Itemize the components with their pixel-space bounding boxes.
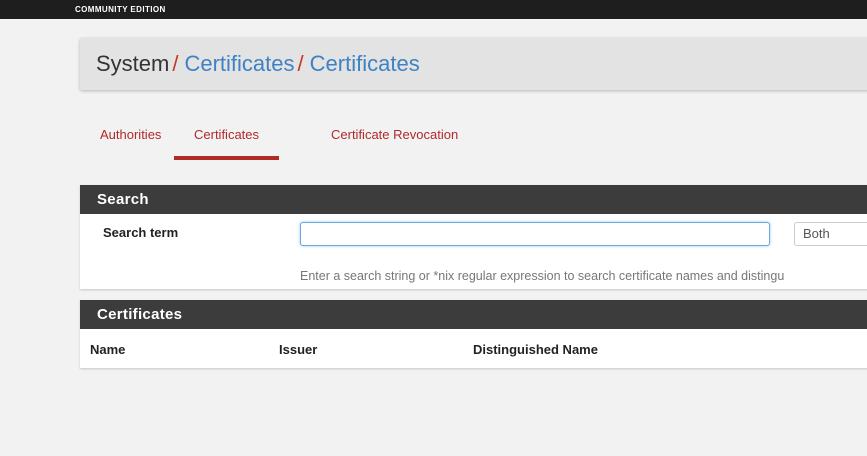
breadcrumb-separator: /	[297, 51, 304, 76]
edition-label: COMMUNITY EDITION	[75, 5, 166, 14]
breadcrumb: System / Certificates / Certificates	[96, 51, 420, 77]
breadcrumb-separator: /	[172, 51, 179, 76]
certificates-panel: Certificates Name Issuer Distinguished N…	[80, 300, 867, 368]
active-tab-indicator	[174, 156, 280, 160]
search-panel: Search Search term Both Enter a search s…	[80, 185, 867, 289]
tab-authorities-label: Authorities	[100, 127, 162, 142]
search-panel-title: Search	[80, 185, 867, 214]
breadcrumb-panel: System / Certificates / Certificates	[80, 38, 867, 90]
tab-authorities[interactable]: Authorities	[100, 120, 161, 160]
top-navbar: COMMUNITY EDITION	[0, 0, 867, 19]
search-term-label: Search term	[103, 225, 179, 240]
search-scope-select[interactable]: Both	[794, 222, 867, 246]
certificates-panel-title: Certificates	[80, 300, 867, 329]
column-header-distinguished-name[interactable]: Distinguished Name	[473, 342, 598, 357]
search-help-text: Enter a search string or *nix regular ex…	[300, 269, 785, 283]
certificates-table-header: Name Issuer Distinguished Name	[80, 329, 867, 368]
column-header-name[interactable]: Name	[90, 342, 125, 357]
tab-certificate-revocation-label: Certificate Revocation	[331, 127, 459, 142]
search-row: Search term Both Enter a search string o…	[80, 214, 867, 289]
breadcrumb-system: System	[96, 51, 170, 76]
tab-certificates[interactable]: Certificates	[174, 120, 280, 160]
breadcrumb-certificates-current[interactable]: Certificates	[310, 51, 420, 76]
breadcrumb-certificates-link[interactable]: Certificates	[184, 51, 294, 76]
tab-certificates-label: Certificates	[194, 127, 260, 142]
column-header-issuer[interactable]: Issuer	[279, 342, 317, 357]
search-term-input[interactable]	[300, 222, 770, 246]
tab-certificate-revocation[interactable]: Certificate Revocation	[331, 120, 458, 160]
